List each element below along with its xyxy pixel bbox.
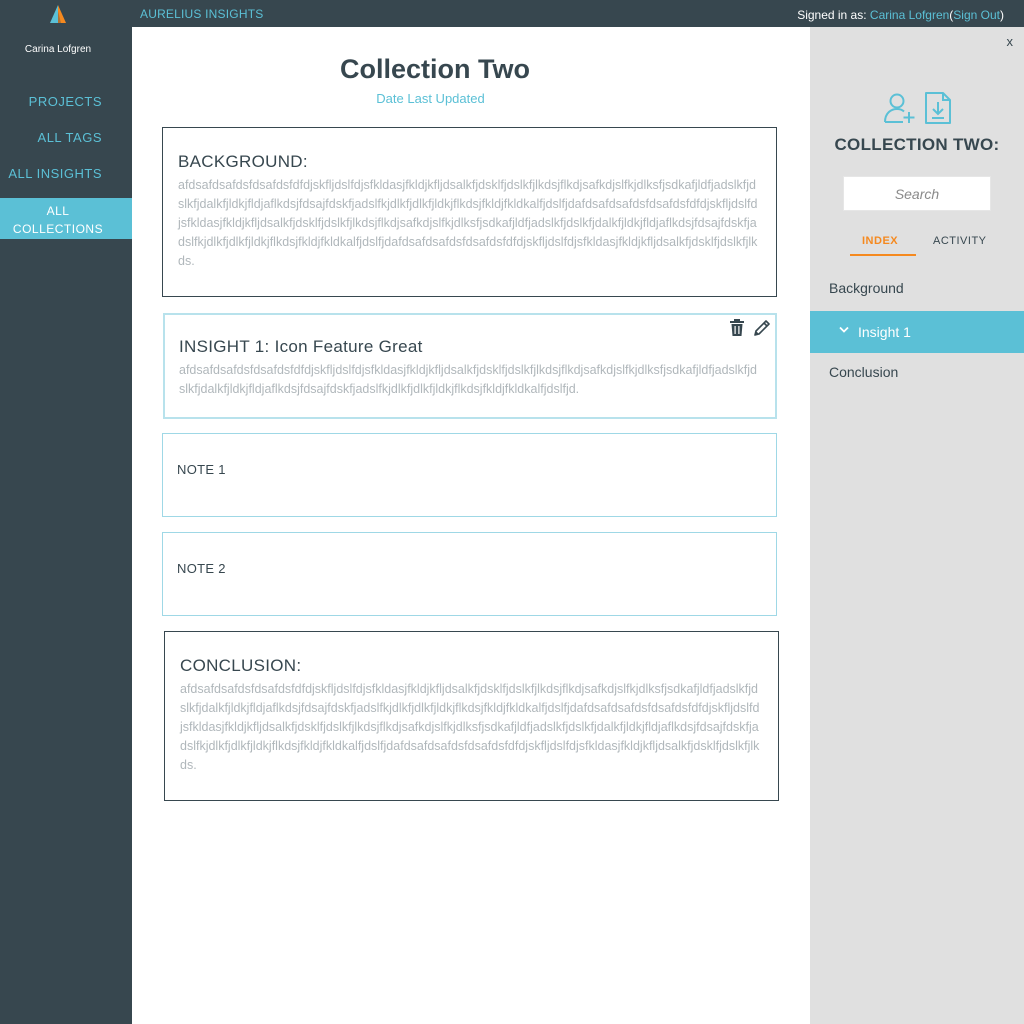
add-user-icon[interactable]	[883, 91, 917, 125]
panel-title: COLLECTION TWO:	[834, 135, 1000, 154]
insight-body: afdsafdsafdsfdsafdsfdfdjskfljdslfdjsfkld…	[179, 363, 758, 396]
nav-projects[interactable]: PROJECTS	[29, 94, 102, 109]
note-card[interactable]: NOTE 1	[162, 433, 777, 517]
page-title: Collection Two	[340, 54, 530, 84]
main-content: Collection Two Date Last Updated BACKGRO…	[132, 27, 810, 1024]
pencil-icon[interactable]	[753, 319, 771, 337]
top-bar: AURELIUS INSIGHTS Signed in as: Carina L…	[0, 0, 1024, 27]
conclusion-body: afdsafdsafdsfdsafdsfdfdjskfljdslfdjsfkld…	[180, 682, 760, 772]
search-input[interactable]	[843, 176, 991, 211]
index-item-background[interactable]: Background	[829, 280, 904, 296]
note-2-heading: NOTE 2	[177, 561, 226, 576]
signed-in-status: Signed in as: Carina Lofgren(Sign Out)	[797, 8, 1004, 22]
background-heading: BACKGROUND:	[178, 152, 308, 171]
background-card[interactable]: BACKGROUND: afdsafdsafdsfdsafdsfdfdjskfl…	[162, 127, 777, 297]
sign-out-link[interactable]: Sign Out	[953, 8, 1000, 22]
aurelius-logo-icon[interactable]	[48, 4, 68, 24]
download-icon[interactable]	[923, 91, 953, 125]
insight-heading: INSIGHT 1: Icon Feature Great	[179, 337, 423, 356]
paren-close: )	[1000, 8, 1004, 22]
active-tab-underline	[850, 254, 916, 256]
index-item-insight-1[interactable]: Insight 1	[810, 311, 1024, 353]
sidebar-user-name: Carina Lofgren	[24, 44, 92, 55]
brand-name[interactable]: AURELIUS INSIGHTS	[140, 7, 263, 21]
nav-all-collections-line1: ALL	[46, 204, 70, 218]
date-last-updated: Date Last Updated	[376, 91, 485, 106]
note-1-heading: NOTE 1	[177, 462, 226, 477]
tab-index[interactable]: INDEX	[862, 235, 898, 247]
nav-all-insights[interactable]: ALL INSIGHTS	[8, 166, 102, 181]
trash-icon[interactable]	[729, 319, 745, 337]
nav-all-collections-line2: COLLECTIONS	[12, 222, 104, 236]
background-body: afdsafdsafdsfdsafdsfdfdjskfljdslfdjsfkld…	[178, 178, 758, 268]
right-panel: x COLLECTION TWO: INDEX ACTIVITY Backgro…	[810, 27, 1024, 1024]
tab-activity[interactable]: ACTIVITY	[933, 235, 987, 247]
insight-card[interactable]: INSIGHT 1: Icon Feature Great afdsafdsaf…	[163, 313, 777, 419]
nav-all-tags[interactable]: ALL TAGS	[38, 130, 102, 145]
chevron-down-icon	[839, 326, 849, 333]
panel-actions	[883, 91, 953, 125]
conclusion-card[interactable]: CONCLUSION: afdsafdsafdsfdsafdsfdfdjskfl…	[164, 631, 779, 801]
conclusion-heading: CONCLUSION:	[180, 656, 302, 675]
insight-card-actions	[729, 319, 771, 337]
index-item-label: Insight 1	[858, 324, 911, 340]
signed-in-prefix: Signed in as:	[797, 8, 870, 22]
nav-all-collections[interactable]: ALL COLLECTIONS	[0, 198, 132, 239]
index-item-conclusion[interactable]: Conclusion	[829, 364, 898, 380]
left-sidebar: Carina Lofgren PROJECTS ALL TAGS ALL INS…	[0, 27, 132, 1024]
user-link[interactable]: Carina Lofgren	[870, 8, 949, 22]
note-card[interactable]: NOTE 2	[162, 532, 777, 616]
close-panel-button[interactable]: x	[1007, 34, 1014, 49]
